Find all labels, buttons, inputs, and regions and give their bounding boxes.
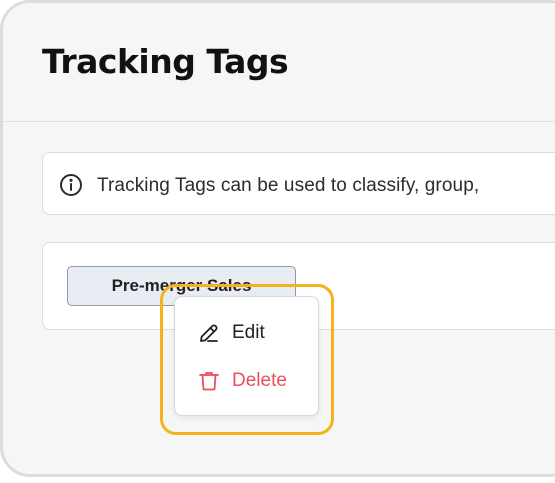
tag-context-menu: Edit Delete xyxy=(174,296,319,416)
screenshot-canvas: Tracking Tags Tracking Tags can be used … xyxy=(0,0,555,483)
info-banner: Tracking Tags can be used to classify, g… xyxy=(42,152,555,215)
page-header: Tracking Tags xyxy=(3,3,555,122)
pencil-icon xyxy=(200,324,218,342)
trash-icon xyxy=(199,372,219,391)
delete-menu-item[interactable]: Delete xyxy=(175,361,318,401)
info-icon xyxy=(60,174,82,196)
info-text: Tracking Tags can be used to classify, g… xyxy=(97,175,480,196)
edit-menu-item[interactable]: Edit xyxy=(175,313,318,353)
edit-label: Edit xyxy=(232,322,265,343)
delete-label: Delete xyxy=(232,370,287,391)
page-title: Tracking Tags xyxy=(42,42,289,81)
